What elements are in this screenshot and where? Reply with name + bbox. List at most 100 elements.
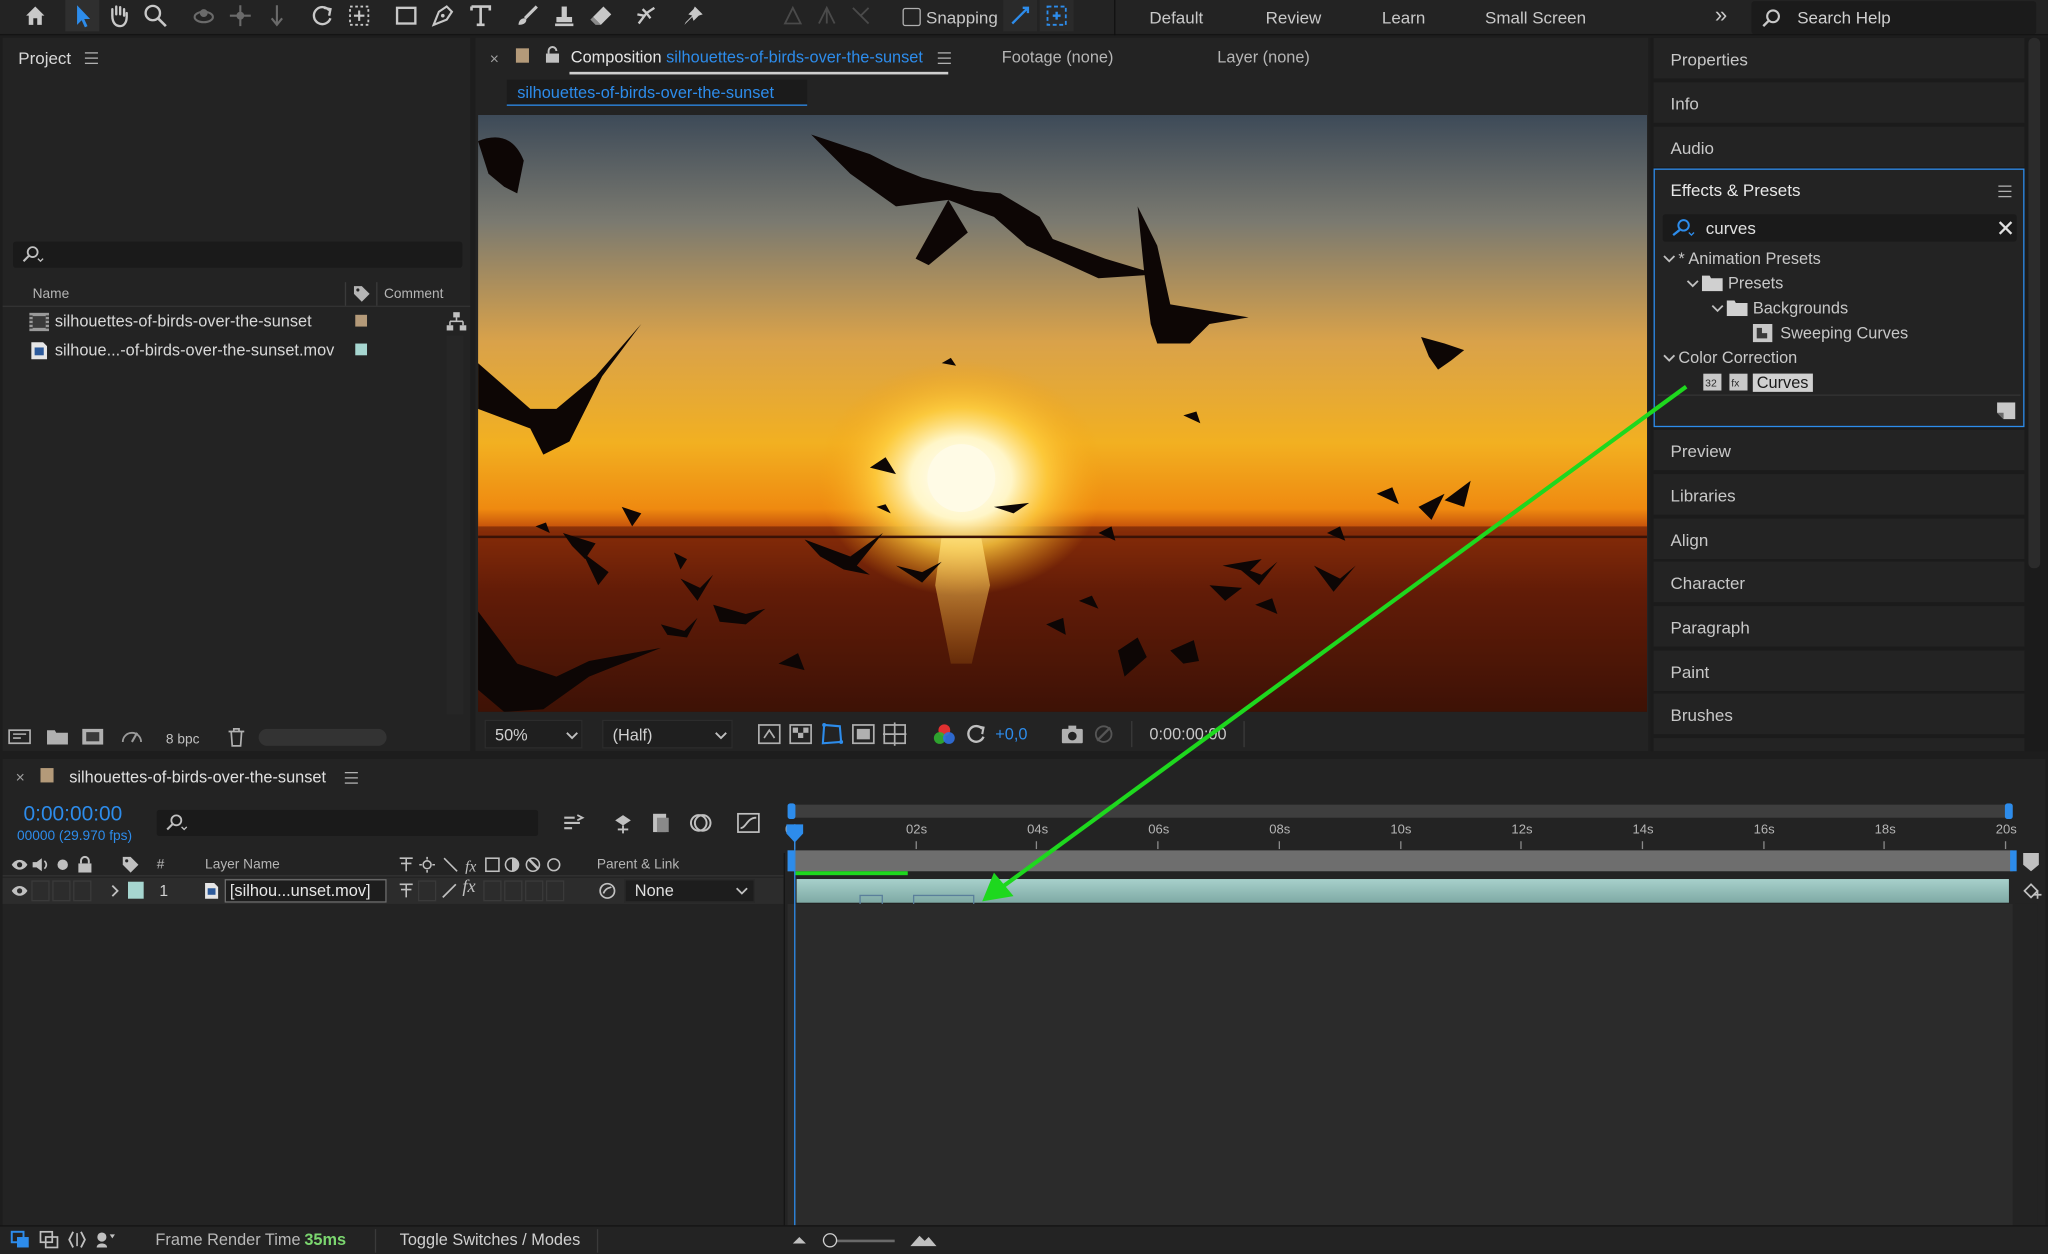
panel-brushes[interactable]: Brushes xyxy=(1653,693,2025,735)
layer-audio-switch[interactable] xyxy=(31,880,50,902)
label-color-swatch[interactable] xyxy=(355,343,368,356)
exposure-value[interactable]: +0,0 xyxy=(995,725,1027,743)
color-channels-icon[interactable] xyxy=(933,722,957,746)
column-name-header[interactable]: Name xyxy=(33,286,70,302)
new-folder-icon[interactable] xyxy=(46,728,70,746)
trash-icon[interactable] xyxy=(226,726,247,747)
project-panel-title[interactable]: Project xyxy=(18,48,71,68)
pan-camera-icon[interactable] xyxy=(223,0,257,31)
tab-composition[interactable]: Composition silhouettes-of-birds-over-th… xyxy=(569,38,949,75)
layer-label-color[interactable] xyxy=(127,881,144,899)
toggle-switches-modes-button[interactable]: Toggle Switches / Modes xyxy=(400,1230,581,1248)
clone-stamp-icon[interactable] xyxy=(547,0,581,31)
panel-character[interactable]: Character xyxy=(1653,561,2025,603)
label-tag-icon[interactable] xyxy=(121,856,139,874)
draft-3d-icon[interactable] xyxy=(611,811,635,835)
current-time-indicator[interactable] xyxy=(794,824,796,1227)
pan-behind-icon[interactable] xyxy=(342,0,376,31)
effects-panel-menu-icon[interactable] xyxy=(1998,185,2012,198)
tree-item-backgrounds[interactable]: Backgrounds xyxy=(1711,295,2011,320)
rectangle-tool-icon[interactable] xyxy=(389,0,423,31)
tab-layer[interactable]: Layer (none) xyxy=(1217,48,1310,66)
label-tag-icon[interactable] xyxy=(353,285,371,303)
fast-previews-icon[interactable] xyxy=(758,722,782,746)
composition-panel-menu-icon[interactable] xyxy=(937,52,951,65)
layer-lock-switch[interactable] xyxy=(73,880,92,902)
tree-item-color-correction[interactable]: Color Correction xyxy=(1663,345,2016,370)
workspace-default[interactable]: Default xyxy=(1149,8,1203,28)
column-parent-header[interactable]: Parent & Link xyxy=(597,857,679,873)
tree-item-sweeping-curves[interactable]: Sweeping Curves xyxy=(1752,320,2014,345)
chevron-right-icon[interactable] xyxy=(110,884,120,897)
roto-brush-icon[interactable] xyxy=(630,0,664,31)
panel-info[interactable]: Info xyxy=(1653,82,2025,123)
current-time-display[interactable]: 0:00:00:00 xyxy=(24,803,123,827)
effects-presets-title[interactable]: Effects & Presets xyxy=(1671,180,1801,200)
collapse-switch[interactable] xyxy=(417,880,437,902)
tree-item-animation-presets[interactable]: * Animation Presets xyxy=(1663,246,2016,271)
panel-paragraph[interactable]: Paragraph xyxy=(1653,606,2025,647)
new-composition-icon[interactable] xyxy=(81,728,105,746)
panel-audio[interactable]: Audio xyxy=(1653,126,2025,168)
layer-name-field[interactable]: [silhou...unset.mov] xyxy=(224,879,387,903)
transparency-grid-icon[interactable] xyxy=(789,722,813,746)
workspace-learn[interactable]: Learn xyxy=(1382,8,1425,28)
column-index-header[interactable]: # xyxy=(157,857,165,873)
adjustment-layer-switch[interactable] xyxy=(525,880,544,902)
transfer-controls-icon[interactable] xyxy=(39,1230,60,1249)
chevron-down-icon[interactable] xyxy=(1663,351,1676,364)
snap-features-icon[interactable] xyxy=(1039,0,1074,32)
dolly-camera-icon[interactable] xyxy=(260,0,294,31)
right-panel-scrollbar[interactable] xyxy=(2028,37,2041,569)
chevron-down-icon[interactable] xyxy=(1711,301,1724,314)
snapping-checkbox[interactable] xyxy=(902,7,921,27)
close-tab-icon[interactable]: × xyxy=(490,50,499,68)
zoom-out-mountain-icon[interactable] xyxy=(792,1233,808,1246)
panel-preview[interactable]: Preview xyxy=(1653,429,2025,471)
project-search-input[interactable] xyxy=(13,241,463,268)
hide-shy-layers-icon[interactable] xyxy=(649,811,673,835)
panel-align[interactable]: Align xyxy=(1653,518,2025,560)
composition-viewer-image[interactable] xyxy=(478,114,1648,712)
chevron-down-icon[interactable] xyxy=(1686,276,1699,289)
workspace-small-screen[interactable]: Small Screen xyxy=(1485,8,1586,28)
type-tool-icon[interactable] xyxy=(464,0,498,31)
solo-dot-icon[interactable] xyxy=(56,858,69,871)
snap-edges-icon[interactable] xyxy=(1003,0,1038,32)
work-area-start-handle[interactable] xyxy=(787,803,796,820)
list-item[interactable]: silhoue...-of-birds-over-the-sunset.mov xyxy=(3,337,471,364)
effects-search-input[interactable]: curves xyxy=(1662,214,2017,242)
timeline-panel-menu-icon[interactable] xyxy=(344,771,358,784)
parent-dropdown[interactable]: None xyxy=(624,879,755,903)
in-out-stretch-icon[interactable] xyxy=(68,1230,86,1248)
column-comment-header[interactable]: Comment xyxy=(384,286,443,302)
project-settings-icon[interactable] xyxy=(119,726,145,747)
frame-blend-switch[interactable] xyxy=(483,880,502,902)
layer-switches-icon[interactable] xyxy=(10,1230,31,1248)
chevron-down-icon[interactable] xyxy=(1663,251,1676,264)
lock-icon[interactable] xyxy=(545,46,561,64)
table-row[interactable]: 1 [silhou...unset.mov] fx None xyxy=(2,877,784,904)
zoom-dropdown[interactable]: 50% xyxy=(484,719,583,749)
interpret-footage-icon[interactable] xyxy=(8,728,32,746)
layer-solo-switch[interactable] xyxy=(52,880,71,902)
panel-more-partial[interactable] xyxy=(1653,738,2025,752)
tab-footage[interactable]: Footage (none) xyxy=(1002,48,1114,66)
label-color-swatch[interactable] xyxy=(355,314,368,327)
effect-fx-switch[interactable]: fx xyxy=(462,878,475,899)
lock-icon[interactable] xyxy=(77,855,93,873)
pick-whip-icon[interactable] xyxy=(598,882,616,900)
tree-item-presets[interactable]: Presets xyxy=(1686,270,2013,295)
tree-item-curves[interactable]: 32 fx Curves xyxy=(1703,370,2016,395)
comp-marker-bin-icon[interactable] xyxy=(2022,852,2040,873)
project-panel-menu-icon[interactable] xyxy=(84,52,98,65)
viewer-timecode[interactable]: 0:00:00:00 xyxy=(1149,725,1226,743)
project-scrollbar[interactable] xyxy=(446,335,464,715)
region-of-interest-icon[interactable] xyxy=(852,722,876,746)
selection-tool-icon[interactable] xyxy=(65,0,100,32)
switches-header-icons[interactable]: fx xyxy=(397,856,567,874)
show-snapshot-icon[interactable] xyxy=(1092,722,1116,746)
panel-libraries[interactable]: Libraries xyxy=(1653,474,2025,515)
axis-local-icon[interactable] xyxy=(776,0,810,31)
axis-world-icon[interactable] xyxy=(810,0,844,31)
